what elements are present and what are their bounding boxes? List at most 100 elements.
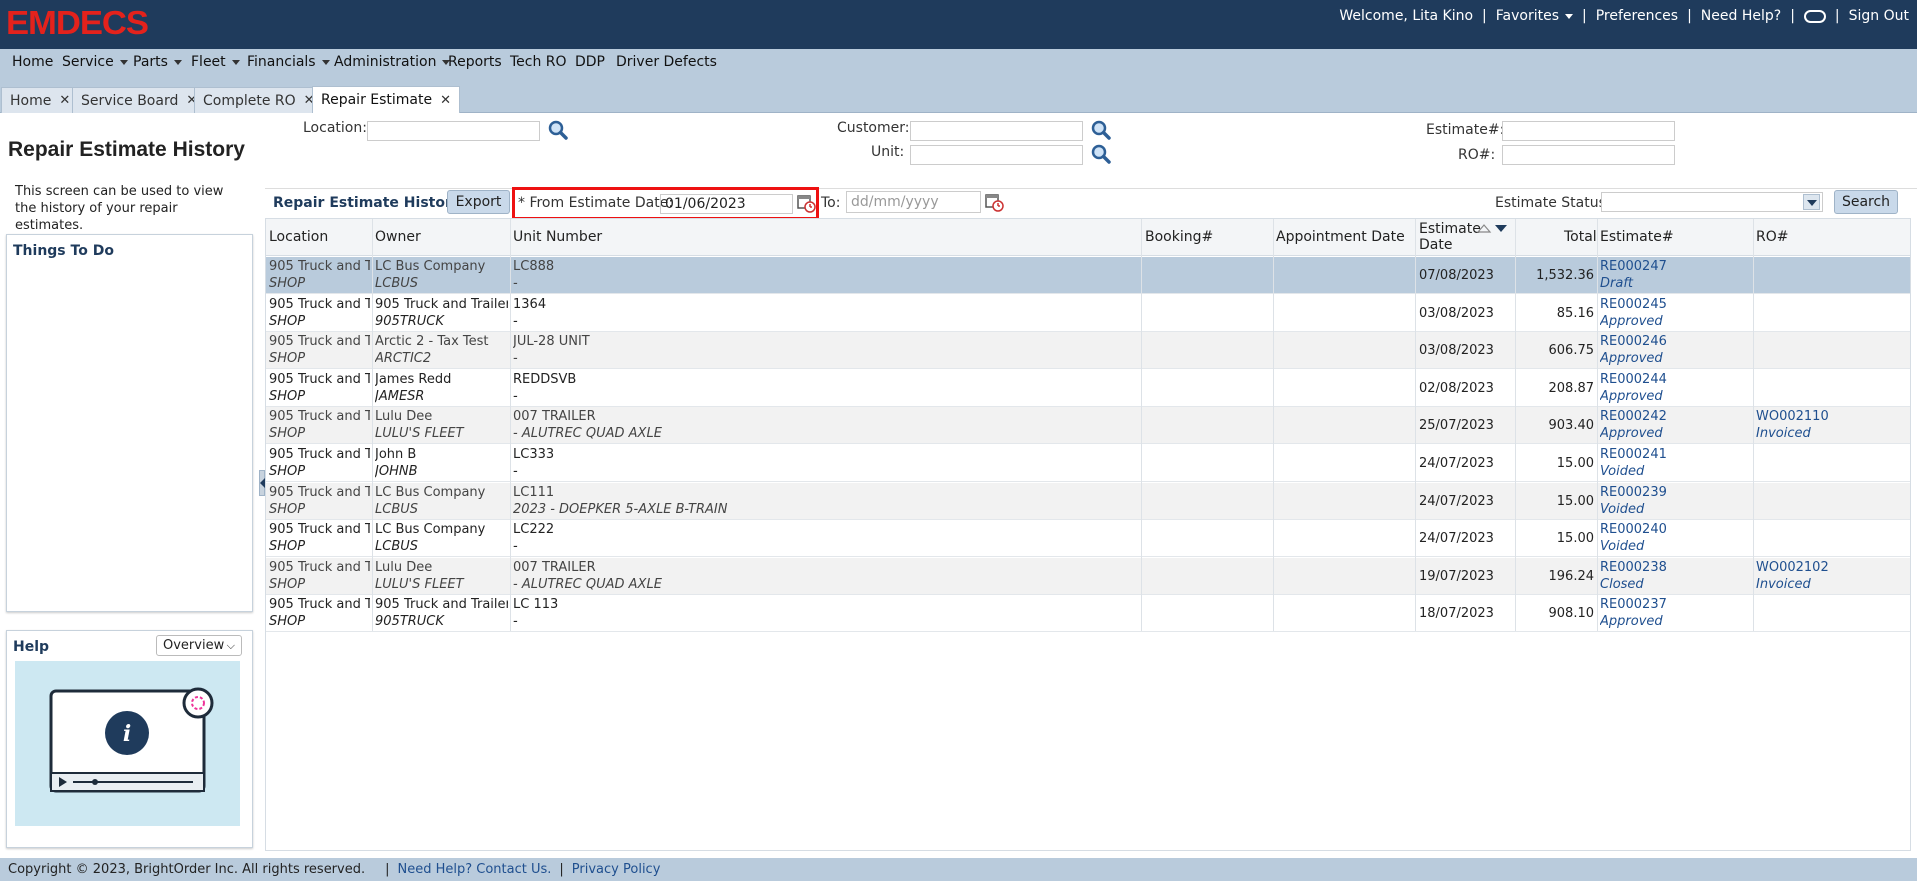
cell-estimate[interactable]: RE000241 Voided <box>1600 446 1750 480</box>
from-date-input[interactable]: 01/06/2023 <box>660 194 793 214</box>
table-row[interactable]: 905 Truck and TrailerSHOPLulu DeeLULU'S … <box>266 557 1910 595</box>
table-row[interactable]: 905 Truck and TrailerSHOPJohn BJOHNB LC33… <box>266 445 1910 482</box>
col-appointment-date[interactable]: Appointment Date <box>1276 229 1405 245</box>
estimate-status-label: Estimate Status: <box>1495 195 1611 211</box>
search-button[interactable]: Search <box>1834 190 1898 214</box>
menu-reports[interactable]: Reports <box>448 54 502 70</box>
cell-estimate[interactable]: RE000239 Voided <box>1600 484 1750 518</box>
close-icon[interactable]: ✕ <box>59 93 70 108</box>
need-help-link[interactable]: Need Help? <box>1701 8 1781 24</box>
location-label: Location: <box>303 120 367 136</box>
col-owner[interactable]: Owner <box>375 229 421 245</box>
tab-home[interactable]: Home ✕ <box>1 87 80 113</box>
search-icon[interactable] <box>547 119 569 141</box>
ro-number-input[interactable] <box>1502 145 1675 165</box>
menu-driver-defects[interactable]: Driver Defects <box>616 54 717 70</box>
table-row[interactable]: 905 Truck and TrailerSHOPLC Bus CompanyL… <box>266 482 1910 520</box>
sidebar: Repair Estimate History This screen can … <box>0 113 259 858</box>
sort-icon[interactable] <box>1476 222 1510 234</box>
col-estimate-number[interactable]: Estimate# <box>1600 229 1674 245</box>
help-video-thumbnail[interactable]: i <box>15 661 240 826</box>
cell-location: 905 Truck and TrailerSHOP <box>269 597 370 630</box>
chevron-down-icon <box>1565 13 1574 19</box>
cell-estimate-date: 24/07/2023 <box>1419 456 1494 471</box>
menu-home[interactable]: Home <box>12 54 53 70</box>
privacy-policy-link[interactable]: Privacy Policy <box>572 862 661 877</box>
menu-administration[interactable]: Administration <box>334 54 451 70</box>
customer-label: Customer: <box>837 120 910 136</box>
cell-unit: LC111 2023 - DOEPKER 5-AXLE B-TRAIN <box>513 484 728 517</box>
col-booking[interactable]: Booking# <box>1145 229 1213 245</box>
preferences-link[interactable]: Preferences <box>1596 8 1678 24</box>
cell-unit: 007 TRAILER - ALUTREC QUAD AXLE <box>513 559 662 592</box>
menu-parts[interactable]: Parts <box>133 54 182 70</box>
menu-fleet[interactable]: Fleet <box>191 54 240 70</box>
unit-input[interactable] <box>910 145 1083 165</box>
cell-estimate[interactable]: RE000238 Closed <box>1600 559 1750 593</box>
table-row[interactable]: 905 Truck and TrailerSHOP905 Truck and T… <box>266 295 1910 332</box>
cell-estimate[interactable]: RE000237 Approved <box>1600 596 1750 630</box>
contact-link[interactable]: Need Help? Contact Us. <box>398 862 552 877</box>
sign-out-link[interactable]: Sign Out <box>1849 8 1909 24</box>
table-row[interactable]: 905 Truck and TrailerSHOP905 Truck and T… <box>266 595 1910 633</box>
menu-service[interactable]: Service <box>62 54 128 70</box>
cell-estimate[interactable]: RE000242 Approved <box>1600 408 1750 442</box>
tab-service-board[interactable]: Service Board ✕ <box>72 87 207 113</box>
footer: Copyright © 2023, BrightOrder Inc. All r… <box>0 858 1917 881</box>
cell-estimate-date: 24/07/2023 <box>1419 531 1494 547</box>
cell-total: 606.75 <box>1548 343 1595 359</box>
col-total[interactable]: Total <box>1564 229 1597 245</box>
table-row[interactable]: 905 Truck and TrailerSHOPJames ReddJAMES… <box>266 370 1910 407</box>
filter-panel: Location: Customer: Unit: Estimate#: RO#… <box>265 113 1917 188</box>
estimate-grid: Location Owner Unit Number Booking# Appo… <box>265 218 1911 851</box>
cell-ro[interactable]: WO002110 Invoiced <box>1756 408 1906 442</box>
col-unit-number[interactable]: Unit Number <box>513 229 602 245</box>
close-icon[interactable]: ✕ <box>440 93 451 108</box>
cell-location: 905 Truck and TrailerSHOP <box>269 559 370 592</box>
calendar-icon[interactable] <box>984 192 1004 212</box>
menu-financials[interactable]: Financials <box>247 54 330 70</box>
table-row[interactable]: 905 Truck and TrailerSHOPArctic 2 - Tax … <box>266 332 1910 370</box>
customer-input[interactable] <box>910 121 1083 141</box>
favorites-menu[interactable]: Favorites <box>1496 8 1574 24</box>
table-row[interactable]: 905 Truck and TrailerSHOPLulu DeeLULU'S … <box>266 407 1910 445</box>
to-date-input[interactable]: dd/mm/yyyy <box>846 191 981 213</box>
emdecs-logo[interactable]: EMDECS <box>6 4 149 41</box>
chat-icon[interactable] <box>1803 9 1826 23</box>
cell-owner: Lulu Dee LULU'S FLEET <box>375 409 464 442</box>
cell-estimate[interactable]: RE000244 Approved <box>1600 371 1750 405</box>
chevron-down-icon: ⌵ <box>226 638 235 652</box>
tab-repair-estimate[interactable]: Repair Estimate ✕ <box>312 86 461 113</box>
grid-title: Repair Estimate History <box>273 195 461 211</box>
cell-ro[interactable]: WO002102 Invoiced <box>1756 559 1906 593</box>
cell-estimate[interactable]: RE000240 Voided <box>1600 521 1750 555</box>
estimate-status-select[interactable] <box>1601 192 1823 212</box>
chevron-down-icon <box>119 59 128 65</box>
menu-tech-ro[interactable]: Tech RO <box>510 54 567 70</box>
col-estimate-date[interactable]: Estimate Date <box>1419 221 1481 253</box>
cell-estimate-date: 03/08/2023 <box>1419 343 1494 359</box>
location-input[interactable] <box>367 121 540 141</box>
table-row[interactable]: 905 Truck and TrailerSHOPLC Bus CompanyL… <box>266 520 1910 558</box>
cell-owner: LC Bus Company LCBUS <box>375 259 486 291</box>
menu-ddp[interactable]: DDP <box>575 54 605 70</box>
help-topic-select[interactable]: Overview ⌵ <box>156 635 242 656</box>
export-button[interactable]: Export <box>447 190 510 214</box>
chevron-down-icon[interactable] <box>1803 194 1820 210</box>
col-location[interactable]: Location <box>269 229 328 245</box>
estimate-number-input[interactable] <box>1502 121 1675 141</box>
search-icon[interactable] <box>1090 119 1112 141</box>
search-icon[interactable] <box>1090 143 1112 165</box>
cell-estimate-date: 18/07/2023 <box>1419 606 1494 622</box>
col-ro-number[interactable]: RO# <box>1756 229 1788 245</box>
cell-estimate[interactable]: RE000245 Approved <box>1600 296 1750 330</box>
tab-complete-ro[interactable]: Complete RO ✕ <box>194 87 324 113</box>
cell-estimate[interactable]: RE000246 Approved <box>1600 333 1750 367</box>
cell-total: 903.40 <box>1548 418 1595 434</box>
table-row[interactable]: 905 Truck and TrailerSHOPLC Bus CompanyL… <box>266 257 1910 294</box>
cell-unit: LC 113- <box>513 597 559 630</box>
to-date-label: To: <box>821 195 841 211</box>
cell-owner: John B JOHNB <box>375 447 418 479</box>
calendar-icon[interactable] <box>796 193 816 213</box>
cell-estimate[interactable]: RE000247 Draft <box>1600 258 1750 292</box>
